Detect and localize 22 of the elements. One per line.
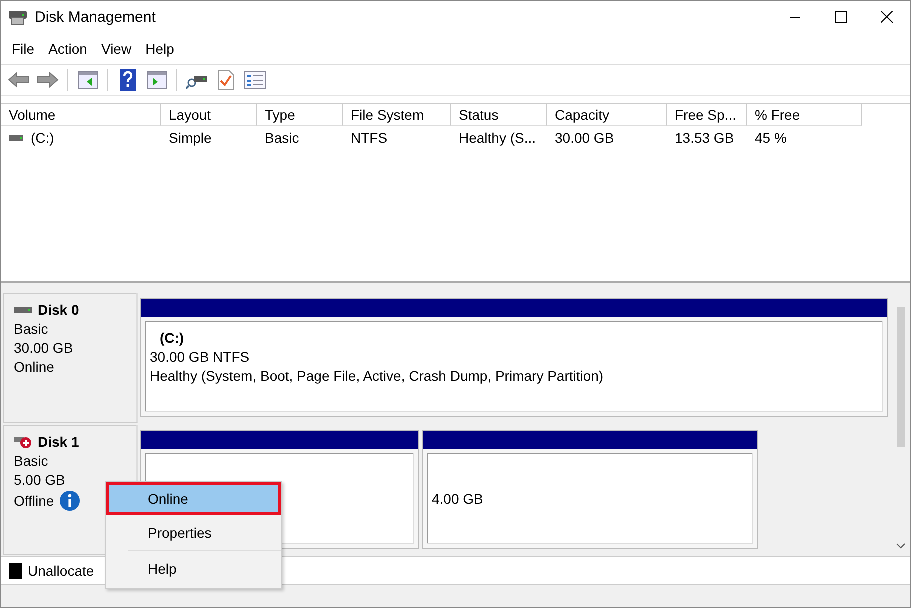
disk-size: 30.00 GB [14, 340, 74, 356]
table-cell: Basic [265, 130, 300, 146]
partition-status: Healthy (System, Boot, Page File, Active, Crash Dump, Primary Partition) [150, 368, 605, 384]
disk-status: Offline [14, 493, 54, 509]
partition-size: 4.00 GB [432, 490, 484, 506]
table-cell: NTFS [351, 130, 388, 146]
disk-name: Disk 1 [38, 434, 80, 450]
table-cell: Simple [169, 130, 212, 146]
table-cell: 13.53 GB [675, 130, 734, 146]
partition-name: (C:) [159, 330, 186, 346]
disk-name: Disk 0 [38, 302, 80, 318]
table-cell: (C:) [31, 130, 54, 146]
disk-status: Online [14, 359, 54, 375]
partition-size: 30.00 GB NTFS [150, 349, 251, 365]
table-cell: 30.00 GB [555, 130, 614, 146]
legend-label: Unallocate [28, 562, 94, 578]
disk-type: Basic [14, 321, 50, 337]
table-cell: 45 % [755, 130, 787, 146]
table-cell: Healthy (S... [459, 130, 536, 146]
window-title: Disk Management [35, 8, 157, 26]
disk-type: Basic [14, 453, 50, 469]
disk-size: 5.00 GB [14, 472, 66, 488]
